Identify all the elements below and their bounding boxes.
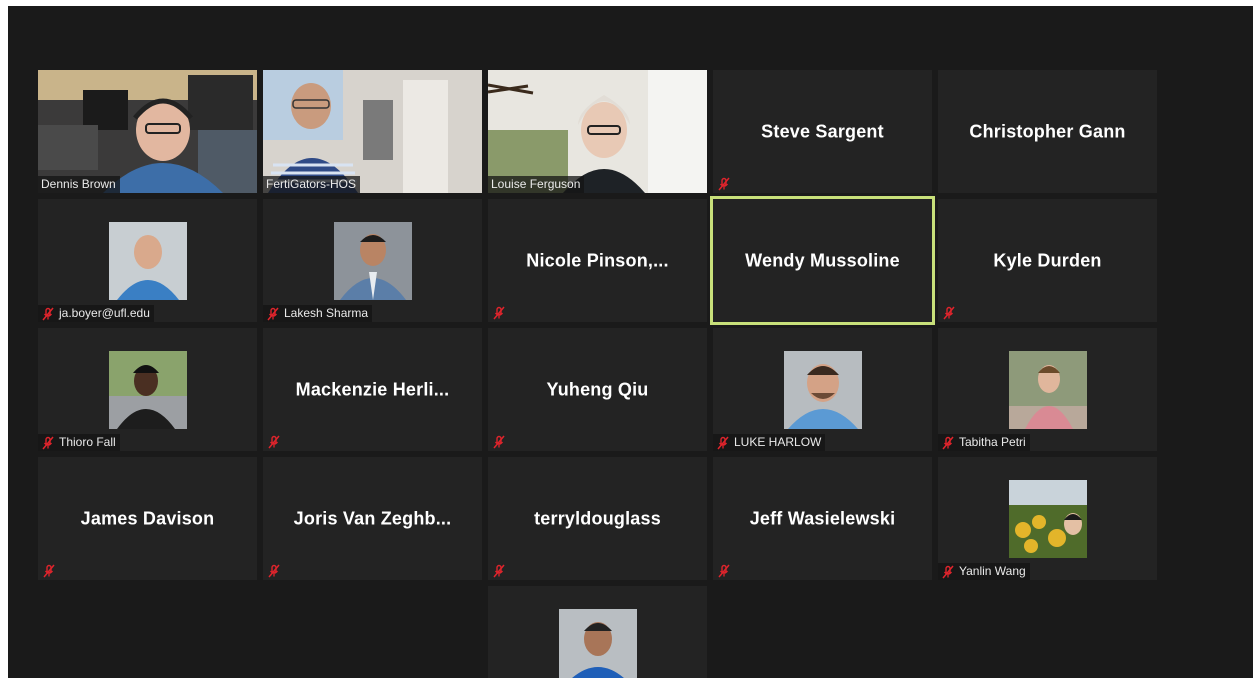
- participant-name: Louise Ferguson: [491, 177, 581, 191]
- participant-display-name: James Davison: [80, 508, 215, 528]
- avatar: [108, 350, 187, 429]
- mic-muted-icon: [267, 307, 279, 320]
- participant-name: Dennis Brown: [41, 177, 116, 191]
- participant-tile-ja-boyer[interactable]: ja.boyer@ufl.edu: [38, 199, 257, 322]
- avatar: [1008, 350, 1087, 429]
- participant-tile-yuheng-qiu[interactable]: Yuheng Qiu: [488, 328, 707, 451]
- participant-name-label: Louise Ferguson: [488, 176, 585, 193]
- participant-display-name: Jeff Wasielewski: [749, 508, 896, 528]
- participant-tile-dennis-brown[interactable]: Dennis Brown: [38, 70, 257, 193]
- participant-name: Yanlin Wang: [959, 564, 1026, 578]
- participant-name: ja.boyer@ufl.edu: [59, 306, 150, 320]
- participant-tile-fertigators-hos[interactable]: FertiGators-HOS: [263, 70, 482, 193]
- participant-tile-terryldouglass[interactable]: terryldouglass: [488, 457, 707, 580]
- participant-tile-luke-harlow[interactable]: LUKE HARLOW: [713, 328, 932, 451]
- participant-tile-louise-ferguson[interactable]: Louise Ferguson: [488, 70, 707, 193]
- participant-tile-tabitha-petri[interactable]: Tabitha Petri: [938, 328, 1157, 451]
- mic-muted-icon: [493, 564, 505, 578]
- participant-tile-kyle-durden[interactable]: Kyle Durden: [938, 199, 1157, 322]
- mic-muted-icon: [717, 436, 729, 449]
- mic-muted-icon: [718, 564, 730, 578]
- participant-name-label: FertiGators-HOS: [263, 176, 361, 193]
- participant-name-label: Lakesh Sharma: [263, 305, 373, 322]
- mic-muted-icon: [493, 435, 505, 449]
- participant-tile-nicole-pinson[interactable]: Nicole Pinson,...: [488, 199, 707, 322]
- participant-tile-james-davison[interactable]: James Davison: [38, 457, 257, 580]
- participant-display-name: Yuheng Qiu: [546, 379, 649, 399]
- participant-tile-jeff-wasielewski[interactable]: Jeff Wasielewski: [713, 457, 932, 580]
- participant-name-label: Yanlin Wang: [938, 563, 1030, 580]
- mic-muted-icon: [943, 306, 955, 320]
- participant-display-name: Kyle Durden: [993, 250, 1102, 270]
- mic-muted-icon: [268, 564, 280, 578]
- participant-tile-steve-sargent[interactable]: Steve Sargent: [713, 70, 932, 193]
- participant-name: Thioro Fall: [59, 435, 116, 449]
- participant-name-label: LUKE HARLOW: [713, 434, 826, 451]
- video-feed: [488, 70, 707, 193]
- participant-name: LUKE HARLOW: [734, 435, 822, 449]
- meeting-window: Dennis Brown FertiGators-HOS Louise Ferg…: [8, 6, 1253, 678]
- participant-display-name: Joris Van Zeghb...: [293, 508, 452, 528]
- video-feed: [263, 70, 482, 193]
- participant-name-label: ja.boyer@ufl.edu: [38, 305, 154, 322]
- participant-display-name: Christopher Gann: [969, 121, 1126, 141]
- participant-tile-joris-van-zeghb[interactable]: Joris Van Zeghb...: [263, 457, 482, 580]
- mic-muted-icon: [42, 436, 54, 449]
- mic-muted-icon: [43, 564, 55, 578]
- participant-tile-wendy-mussoline[interactable]: Wendy Mussoline: [710, 196, 935, 325]
- participant-display-name: Nicole Pinson,...: [526, 250, 669, 270]
- gallery-grid: Dennis Brown FertiGators-HOS Louise Ferg…: [8, 6, 1253, 678]
- mic-muted-icon: [942, 436, 954, 449]
- participant-display-name: Steve Sargent: [761, 121, 884, 141]
- mic-muted-icon: [718, 177, 730, 191]
- mic-muted-icon: [268, 435, 280, 449]
- participant-tile-lakesh-sharma[interactable]: Lakesh Sharma: [263, 199, 482, 322]
- participant-tile-yanlin-wang[interactable]: Yanlin Wang: [938, 457, 1157, 580]
- participant-display-name: terryldouglass: [534, 508, 661, 528]
- avatar: [108, 221, 187, 300]
- avatar: [333, 221, 412, 300]
- participant-tile-unnamed[interactable]: [488, 586, 707, 678]
- participant-tile-mackenzie-herli[interactable]: Mackenzie Herli...: [263, 328, 482, 451]
- participant-name: FertiGators-HOS: [266, 177, 357, 191]
- participant-display-name: Wendy Mussoline: [745, 250, 900, 270]
- participant-name-label: Dennis Brown: [38, 176, 120, 193]
- avatar: [783, 350, 862, 429]
- avatar: [558, 609, 637, 678]
- participant-tile-christopher-gann[interactable]: Christopher Gann: [938, 70, 1157, 193]
- participant-name-label: Tabitha Petri: [938, 434, 1030, 451]
- participant-name: Tabitha Petri: [959, 435, 1026, 449]
- mic-muted-icon: [42, 307, 54, 320]
- mic-muted-icon: [942, 565, 954, 578]
- participant-tile-thioro-fall[interactable]: Thioro Fall: [38, 328, 257, 451]
- participant-display-name: Mackenzie Herli...: [295, 379, 450, 399]
- participant-name-label: Thioro Fall: [38, 434, 120, 451]
- participant-name: Lakesh Sharma: [284, 306, 369, 320]
- avatar: [1008, 479, 1087, 558]
- mic-muted-icon: [493, 306, 505, 320]
- video-feed: [38, 70, 257, 193]
